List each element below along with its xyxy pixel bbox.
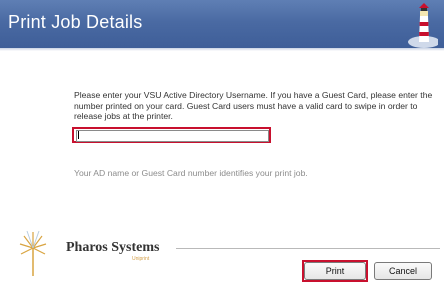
print-button[interactable]: Print (304, 262, 366, 280)
lighthouse-icon (408, 3, 438, 48)
window-title: Print Job Details (8, 12, 143, 32)
pharos-burst-icon (19, 230, 47, 276)
brand-name: Pharos Systems (66, 240, 160, 255)
brand-tagline: Uniprint (132, 256, 150, 262)
footer-divider (176, 248, 440, 249)
title-bar-shadow (0, 48, 444, 51)
title-bar: Print Job Details (0, 0, 444, 48)
print-job-details-window: Print Job Details Please enter your VSU … (0, 0, 444, 285)
text-caret (78, 131, 79, 139)
cancel-button[interactable]: Cancel (374, 262, 432, 280)
username-input[interactable] (76, 130, 269, 142)
instructions-text: Please enter your VSU Active Directory U… (74, 90, 433, 121)
hint-text: Your AD name or Guest Card number identi… (74, 168, 308, 178)
username-field-highlight (72, 127, 271, 143)
